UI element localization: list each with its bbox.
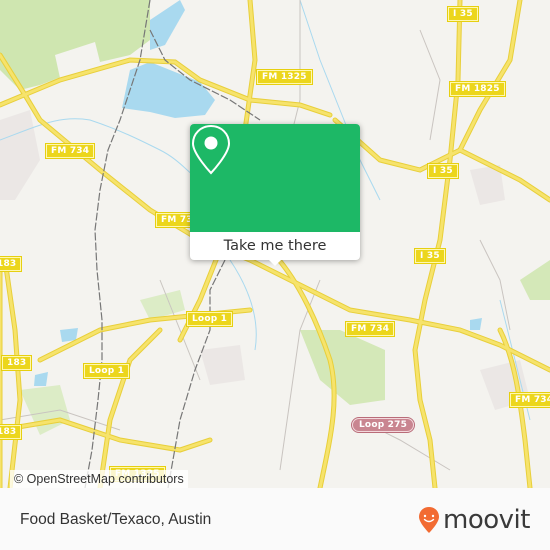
park-area — [300, 330, 385, 405]
moovit-wordmark: moovit — [443, 505, 530, 535]
road-label: 183 — [0, 355, 33, 371]
place-name: Food Basket/Texaco, Austin — [20, 511, 212, 528]
road-label: FM 734 — [44, 143, 96, 159]
road-label: Loop 1 — [185, 311, 234, 327]
location-pin-icon — [191, 124, 231, 175]
pond — [34, 372, 48, 386]
road-label: I 35 — [447, 6, 479, 22]
location-popup[interactable]: Take me there — [190, 124, 360, 266]
popup-tail — [267, 258, 283, 266]
moovit-smile-pin-icon — [419, 507, 439, 533]
footer-bar: Food Basket/Texaco, Austin moovit — [0, 488, 550, 550]
road-label: FM 1325 — [256, 69, 313, 85]
stream — [229, 259, 257, 351]
take-me-there-button[interactable]: Take me there — [190, 232, 360, 260]
park-area — [520, 260, 550, 300]
urban-area — [200, 345, 245, 385]
urban-area — [0, 110, 40, 200]
road-label: FM 734 — [508, 392, 550, 408]
road-label: 183 — [0, 256, 23, 272]
moovit-logo[interactable]: moovit — [418, 502, 530, 538]
pond — [470, 318, 482, 330]
map-attribution[interactable]: © OpenStreetMap contributors — [10, 470, 188, 488]
road-label: I 35 — [427, 163, 459, 179]
road-label: I 35 — [414, 248, 446, 264]
road-label: 183 — [0, 424, 23, 440]
road-label: Loop 1 — [82, 363, 131, 379]
popup-header[interactable] — [190, 124, 360, 232]
lake — [150, 0, 185, 50]
road-label: Loop 275 — [350, 417, 416, 433]
road-label: FM 1825 — [449, 81, 506, 97]
road-label: FM 734 — [344, 321, 396, 337]
map-view[interactable]: FM 734 FM 734 FM 1325 I 35 FM 1825 I 35 … — [0, 0, 550, 488]
